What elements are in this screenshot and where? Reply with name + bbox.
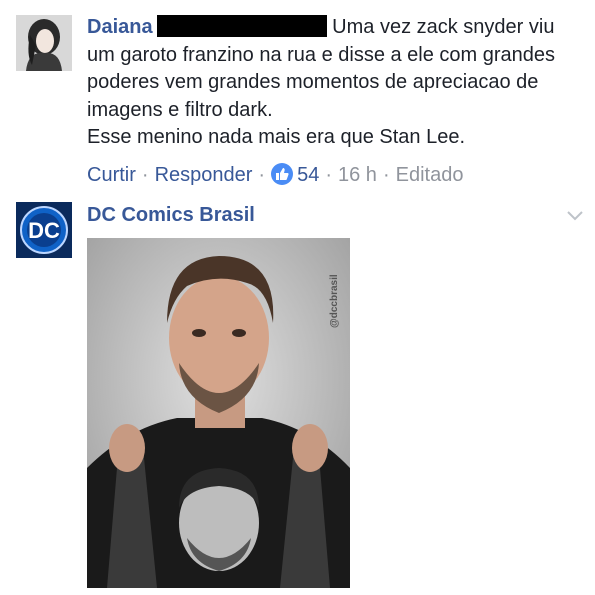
- avatar[interactable]: DC: [16, 202, 72, 258]
- comment-actions: Curtir · Responder · 54 · 16 h · Editado: [87, 162, 463, 188]
- comment-text-body: um garoto franzino na rua e disse a ele …: [87, 43, 556, 121]
- redaction-bar: [156, 15, 327, 37]
- separator: ·: [382, 164, 390, 186]
- reply-link[interactable]: Responder: [155, 164, 253, 186]
- comment-text-line1: Uma vez zack snyder viu: [332, 16, 555, 38]
- timestamp[interactable]: 16 h: [338, 164, 377, 186]
- comment-author[interactable]: DC Comics Brasil: [87, 204, 255, 227]
- like-link[interactable]: Curtir: [87, 164, 136, 186]
- comment-text-last: Esse menino nada mais era que Stan Lee.: [87, 126, 466, 148]
- edited-label[interactable]: Editado: [396, 164, 464, 186]
- image-watermark: @dccbrasil: [329, 274, 340, 328]
- comment-author[interactable]: Daiana: [87, 16, 153, 38]
- like-icon[interactable]: [271, 163, 294, 185]
- svg-text:DC: DC: [28, 218, 60, 243]
- avatar[interactable]: [16, 15, 72, 71]
- separator: ·: [141, 164, 149, 186]
- dc-logo: DC: [16, 202, 72, 258]
- comment-image[interactable]: @dccbrasil: [87, 238, 350, 588]
- comment-text: Daiana Uma vez zack snyder viu um garoto…: [87, 14, 577, 152]
- photo-man-tshirt: [87, 238, 350, 588]
- reaction-count[interactable]: 54: [297, 164, 319, 186]
- avatar-photo: [16, 15, 72, 71]
- chevron-down-icon[interactable]: [565, 205, 585, 225]
- separator: ·: [258, 164, 266, 186]
- separator: ·: [325, 164, 332, 186]
